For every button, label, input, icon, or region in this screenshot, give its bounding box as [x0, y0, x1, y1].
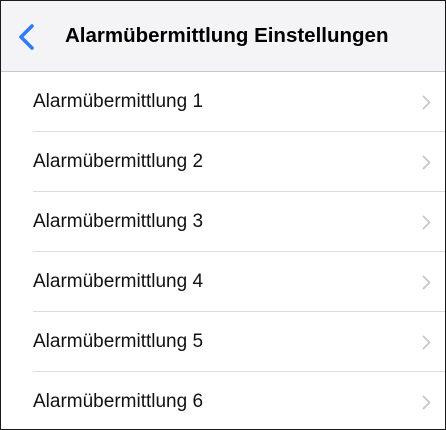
chevron-right-icon [422, 395, 431, 410]
list-item-alarmuebermittlung-2[interactable]: Alarmübermittlung 2 [1, 132, 445, 192]
list-item-label: Alarmübermittlung 5 [33, 331, 204, 352]
settings-screen: Alarmübermittlung Einstellungen Alarmübe… [0, 0, 446, 430]
list-item-label: Alarmübermittlung 3 [33, 211, 204, 232]
chevron-right-icon [422, 155, 431, 170]
settings-list: Alarmübermittlung 1 Alarmübermittlung 2 … [1, 72, 445, 429]
chevron-left-icon [19, 24, 34, 50]
list-item-label: Alarmübermittlung 1 [33, 91, 204, 112]
list-item-alarmuebermittlung-3[interactable]: Alarmübermittlung 3 [1, 192, 445, 252]
navigation-bar: Alarmübermittlung Einstellungen [1, 1, 445, 72]
chevron-right-icon [422, 215, 431, 230]
list-item-alarmuebermittlung-4[interactable]: Alarmübermittlung 4 [1, 252, 445, 312]
page-title: Alarmübermittlung Einstellungen [65, 24, 389, 47]
list-item-alarmuebermittlung-1[interactable]: Alarmübermittlung 1 [1, 72, 445, 132]
list-item-label: Alarmübermittlung 2 [33, 151, 204, 172]
list-item-alarmuebermittlung-5[interactable]: Alarmübermittlung 5 [1, 312, 445, 372]
back-button[interactable] [15, 23, 41, 51]
chevron-right-icon [422, 95, 431, 110]
chevron-right-icon [422, 275, 431, 290]
list-item-alarmuebermittlung-6[interactable]: Alarmübermittlung 6 [1, 372, 445, 429]
list-item-label: Alarmübermittlung 6 [33, 391, 204, 412]
chevron-right-icon [422, 335, 431, 350]
list-item-label: Alarmübermittlung 4 [33, 271, 204, 292]
